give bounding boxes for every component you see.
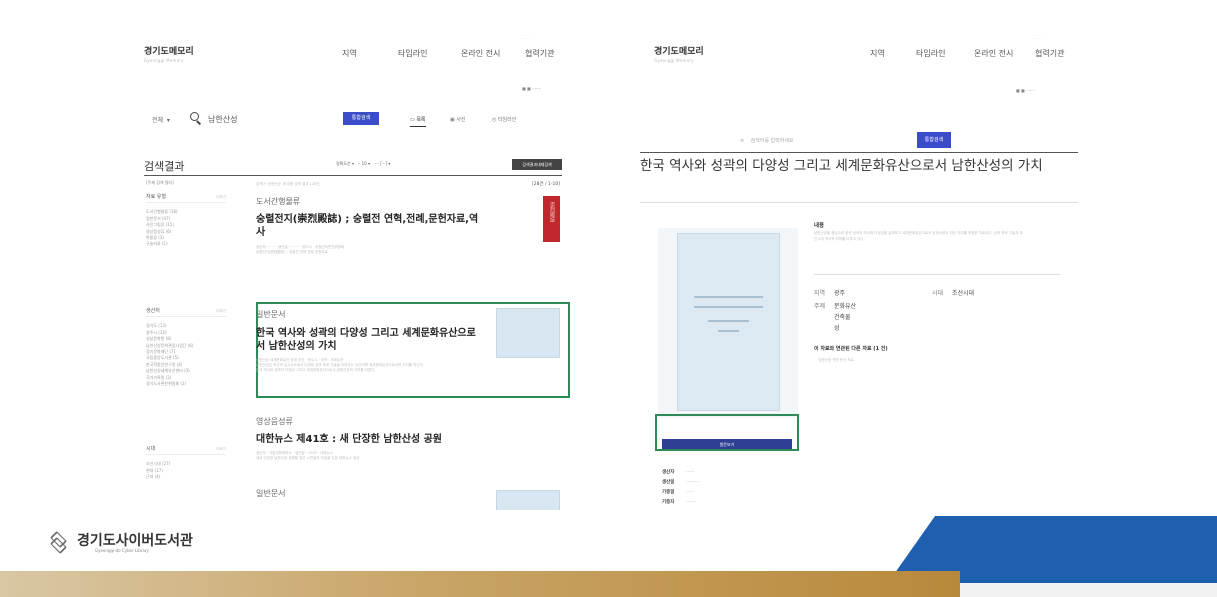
tab-timeline[interactable]: ◴ 타임라인: [492, 116, 516, 123]
document-thumbnail: [496, 308, 560, 358]
tab-photo[interactable]: ▣ 사진: [450, 116, 466, 123]
result-item[interactable]: 도서간행물류 숭렬전지(崇烈殿誌) ; 숭렬전 연혁,전례,문헌자료,역사 생산…: [256, 196, 568, 255]
result-title[interactable]: 한국 역사와 성곽의 다양성 그리고 세계문화유산으로서 남한산성의 가치: [256, 327, 484, 353]
util-links[interactable]: ····· ······: [520, 36, 531, 40]
footer-gold-bar: [0, 571, 960, 597]
meta-producer: 생산자 ······: [662, 470, 695, 475]
facet-item[interactable]: 근대 (4): [146, 474, 226, 480]
nav-partners[interactable]: 협력기관: [1035, 48, 1064, 59]
view-toggle[interactable]: ■ ■ ·······: [1016, 88, 1035, 93]
library-logo-icon: [45, 529, 71, 555]
result-item[interactable]: 일반문서 한국 역사와 성곽의 다양성 그리고 세계문화유산으로서 남한산성의 …: [256, 308, 568, 373]
nav-exhibition[interactable]: 온라인 전시: [974, 48, 1013, 59]
search-button[interactable]: 통합검색: [343, 112, 379, 125]
site-header: 경기도메모리 Gyeonggi Memory ····· ······ 지역 타임…: [640, 36, 1090, 70]
site-logo[interactable]: 경기도메모리 Gyeonggi Memory: [654, 44, 704, 63]
meta-donation-date: 기증일 ······: [662, 490, 695, 495]
result-summary: 검색어 '남한산성' 에 대한 검색 결과 128건: [256, 182, 320, 186]
nav-exhibition[interactable]: 온라인 전시: [461, 48, 500, 59]
facet-item[interactable]: 구술자료 (1): [146, 241, 226, 247]
era-field: 시대 조선시대: [932, 290, 975, 297]
document-thumbnail: [496, 490, 560, 510]
search-results-screenshot: 경기도메모리 Gyeonggi Memory ····· ······ 지역 타임…: [128, 18, 578, 510]
result-category: 영상음성류: [256, 417, 293, 426]
util-links[interactable]: ····· ······: [1032, 36, 1043, 40]
facet-item[interactable]: 경기도사편찬위원회 (2): [146, 381, 226, 387]
result-item[interactable]: 일반문서: [256, 488, 568, 510]
nav-region[interactable]: 지역: [870, 48, 885, 59]
view-toggle[interactable]: ■ ■ ·······: [522, 86, 541, 91]
search-button[interactable]: 통합검색: [917, 132, 951, 148]
meta-date: 생산일 ··········: [662, 480, 701, 485]
result-title[interactable]: 대한뉴스 제41호 : 새 단장한 남한산성 공원: [256, 433, 568, 446]
info-divider: [814, 274, 1060, 275]
result-count: [28건 / 1-10]: [532, 182, 560, 187]
search-input[interactable]: 남한산성: [208, 114, 237, 125]
content-text: 남한산성을 중심으로 한국 성곽의 역사와 다양성을 살펴보고 세계문화유산으로…: [814, 231, 1023, 241]
meta-donor: 기증자 ·······: [662, 500, 697, 505]
tab-list[interactable]: ▭ 목록: [410, 116, 426, 127]
nav-timeline[interactable]: 타임라인: [398, 48, 427, 59]
related-header: 이 자료와 연관된 다른 자료 (1 건): [814, 346, 888, 352]
title-divider: [640, 202, 1078, 203]
scope-select[interactable]: 전체 ▾: [152, 115, 170, 124]
search-bar: 전체 ▾ 남한산성 통합검색 ▭ 목록 ▣ 사진 ◴ 타임라인: [144, 110, 562, 130]
result-meta: 새로 단장한 남한산성 공원을 찾은 시민들의 모습을 담은 대한뉴스 영상: [256, 456, 360, 460]
nav-region[interactable]: 지역: [342, 48, 357, 59]
library-name: 경기도사이버도서관: [77, 533, 193, 549]
result-meta: 숭렬전지(崇烈殿誌) ; 숭렬전 연혁 전례 문헌자료: [256, 250, 328, 254]
result-title[interactable]: 숭렬전지(崇烈殿誌) ; 숭렬전 연혁,전례,문헌자료,역사: [256, 213, 486, 239]
result-category: 도서간행물류: [256, 197, 301, 206]
region-field: 지역 광주: [814, 290, 846, 297]
nav-partners[interactable]: 협력기관: [525, 48, 554, 59]
subject-item[interactable]: 성: [834, 323, 840, 332]
facet-type: 자료 유형 더보기 도서간행물류 (16) 일반문서 (47) 사진그림류 (15…: [146, 194, 226, 247]
title-divider: [640, 152, 1078, 153]
subject-item[interactable]: 건축물: [834, 312, 851, 321]
result-meta: 한국 역사와 성곽의 다양성 그리고 세계문화유산으로서 남한산성의 가치를 다…: [256, 368, 375, 372]
result-item[interactable]: 영상음성류 대한뉴스 제41호 : 새 단장한 남한산성 공원 생산자 : 국립…: [256, 416, 568, 461]
results-divider: [144, 175, 562, 176]
site-logo[interactable]: 경기도메모리 Gyeonggi Memory: [144, 44, 194, 63]
nav-timeline[interactable]: 타임라인: [916, 48, 945, 59]
book-cover-red: 崇烈殿誌: [543, 196, 560, 242]
library-name-en: Gyeonggi-do Cyber Library: [95, 548, 149, 553]
search-icon: [190, 112, 202, 125]
facet-era: 시대 더보기 조선시대 (27) 현대 (17) 근대 (4): [146, 446, 226, 480]
results-title: 검색결과: [144, 160, 185, 173]
facet-producer: 생산처 더보기 경기도 (13) 광주시 (12) 성남문화원 (8) 남한산성문…: [146, 308, 226, 387]
detail-title: 한국 역사와 성곽의 다양성 그리고 세계문화유산으로서 남한산성의 가치: [640, 158, 1043, 174]
search-input[interactable]: ≡ 검색어를 입력하세요: [740, 137, 794, 144]
related-item[interactable]: ㆍ 남한산성 관련 문서 자료: [814, 358, 1024, 364]
site-header: 경기도메모리 Gyeonggi Memory ····· ······ 지역 타임…: [128, 36, 578, 70]
facet-header: [주제 검색 필터]: [146, 180, 174, 185]
highlight-box: [655, 414, 799, 451]
subject-field: 주제 문화유산: [814, 303, 857, 310]
refine-search-button[interactable]: 검색결과내재검색: [512, 159, 562, 170]
document-cover[interactable]: [677, 233, 780, 411]
content-label: 내용: [814, 223, 825, 229]
sort-options[interactable]: 정확도순 ▾ ·· 10 ▾ ··· [···] ▾: [336, 161, 390, 167]
